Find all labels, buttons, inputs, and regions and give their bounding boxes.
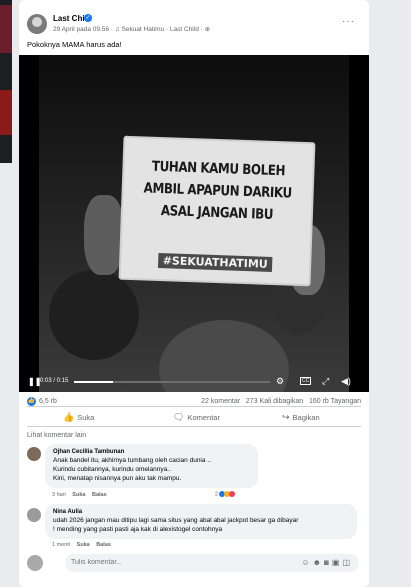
divider xyxy=(27,406,361,407)
background-thumbnail xyxy=(0,5,12,53)
comment-time[interactable]: 3 hari xyxy=(52,492,66,498)
fullscreen-icon[interactable]: ⤢ xyxy=(322,376,329,387)
sign-text-line: ASAL JANGAN IBU xyxy=(160,203,274,223)
divider xyxy=(27,426,361,427)
thumbs-up-icon: 👍 xyxy=(63,412,75,422)
comment-like-link[interactable]: Suka xyxy=(72,492,85,498)
gif-icon[interactable]: ▣ xyxy=(332,558,343,567)
comment-reply-link[interactable]: Balas xyxy=(92,492,107,498)
comment-line: udah 2026 jangan mau ditipu lagi sama si… xyxy=(53,517,299,524)
love-reaction-icon xyxy=(228,491,235,497)
sticker-pack-icon[interactable]: ◫ xyxy=(342,558,353,567)
commenter-avatar[interactable] xyxy=(27,508,41,522)
post-actions: 👍 Suka 🗨 Komentar ↪ Bagikan xyxy=(27,410,361,424)
comment-label: Komentar xyxy=(187,413,220,422)
comment-line: Anak bandel itu, akhirnya tumbang oleh c… xyxy=(53,457,211,464)
comment-button[interactable]: 🗨 Komentar xyxy=(173,412,220,423)
video-frame: TUHAN KAMU BOLEH AMBIL APAPUN DARIKU ASA… xyxy=(39,55,349,392)
verified-badge-icon: ✓ xyxy=(84,14,92,22)
share-label: Bagikan xyxy=(292,413,320,422)
comment-meta: 1 menit Suka Balas xyxy=(52,542,111,548)
comment-count[interactable]: 22 komentar xyxy=(201,398,240,405)
sign-hashtag-text: #SEKUATHATIMU xyxy=(158,252,272,272)
comment-time[interactable]: 1 menit xyxy=(52,542,70,548)
share-count[interactable]: 273 Kali dibagikan xyxy=(246,398,303,405)
post-date[interactable]: 29 April pada 09.56 xyxy=(53,26,109,33)
post-meta: 29 April pada 09.56 · ♫ Sekuat Hatimu · … xyxy=(53,25,210,33)
post-card: Last Child ✓ 29 April pada 09.56 · ♫ Sek… xyxy=(19,0,369,587)
crowd-person xyxy=(49,270,139,360)
protest-sign: TUHAN KAMU BOLEH AMBIL APAPUN DARIKU ASA… xyxy=(118,135,316,287)
comment-composer[interactable]: ☺☻◙▣◫ xyxy=(65,554,359,572)
sign-text-line: TUHAN KAMU BOLEH xyxy=(151,158,286,180)
post-music[interactable]: Sekuat Hatimu · Last Child xyxy=(122,26,199,33)
more-options-button[interactable]: ··· xyxy=(342,16,355,27)
comment-bubble: Nina Aulia udah 2026 jangan mau ditipu l… xyxy=(45,504,357,539)
globe-icon: · ⊕ xyxy=(200,26,211,33)
engagement-stats: 22 komentar 273 Kali dibagikan 160 rb Ta… xyxy=(201,398,361,405)
composer-tools: ☺☻◙▣◫ xyxy=(301,558,353,567)
video-player[interactable]: TUHAN KAMU BOLEH AMBIL APAPUN DARIKU ASA… xyxy=(19,55,369,392)
comment-input[interactable] xyxy=(71,559,221,566)
post-header: Last Child ✓ 29 April pada 09.56 · ♫ Sek… xyxy=(27,14,361,34)
sign-hashtag: #SEKUATHATIMU xyxy=(121,252,309,273)
page-avatar[interactable] xyxy=(27,14,47,34)
raised-hand xyxy=(84,195,124,275)
settings-gear-icon[interactable]: ⚙ xyxy=(276,376,284,387)
like-label: Suka xyxy=(77,413,95,422)
comment-bubble-icon: 🗨 xyxy=(173,412,185,422)
comment-reply-link[interactable]: Balas xyxy=(96,542,111,548)
sign-text-line: AMBIL APAPUN DARIKU xyxy=(143,180,292,202)
commenter-avatar[interactable] xyxy=(27,447,41,461)
reaction-count[interactable]: 6,5 rb xyxy=(39,398,57,405)
background-feed-strip xyxy=(0,0,12,163)
comment-line: Kurindu cubitannya, kurindu omelannya.. xyxy=(53,466,171,473)
captions-button[interactable]: CC xyxy=(300,377,312,385)
share-arrow-icon: ↪ xyxy=(282,412,290,422)
like-reaction-icon[interactable]: 👍 xyxy=(27,397,36,406)
music-note-icon: · ♫ xyxy=(110,26,122,33)
comment-like-link[interactable]: Suka xyxy=(77,542,90,548)
background-thumbnail xyxy=(0,90,12,135)
emoji-icon[interactable]: ☻ xyxy=(313,558,324,567)
comment-meta: 3 hari Suka Balas xyxy=(52,492,107,498)
volume-icon[interactable]: ◀) xyxy=(341,376,351,387)
comment-line: ! mending yang pasti pasti aja kak di al… xyxy=(53,526,223,533)
comment-reactions[interactable]: 2 xyxy=(215,491,235,497)
like-button[interactable]: 👍 Suka xyxy=(63,412,94,423)
comment-reaction-count: 2 xyxy=(215,491,219,498)
camera-icon[interactable]: ◙ xyxy=(324,558,332,567)
user-avatar[interactable] xyxy=(27,555,43,571)
view-count: 160 rb Tayangan xyxy=(308,398,361,405)
sticker-icon[interactable]: ☺ xyxy=(301,558,312,567)
video-time: 0:03 / 0:15 xyxy=(40,378,69,384)
post-caption: Pokoknya MAMA harus ada! xyxy=(27,40,122,49)
view-more-comments-link[interactable]: Lihat komentar lain xyxy=(27,432,86,439)
comment-line: Kini, menatap nisannya pun aku tak mampu… xyxy=(53,475,182,482)
comment-bubble: Ojhan Cecillia Tambunan Anak bandel itu,… xyxy=(45,444,258,488)
video-progress-fill xyxy=(74,381,114,383)
share-button[interactable]: ↪ Bagikan xyxy=(282,412,320,423)
video-controls: ❚❚ 0:03 / 0:15 ⚙ CC ⤢ ◀) xyxy=(19,372,369,392)
commenter-name[interactable]: Ojhan Cecillia Tambunan xyxy=(53,449,250,455)
commenter-name[interactable]: Nina Aulia xyxy=(53,509,349,515)
video-progress-bar[interactable] xyxy=(74,381,270,383)
